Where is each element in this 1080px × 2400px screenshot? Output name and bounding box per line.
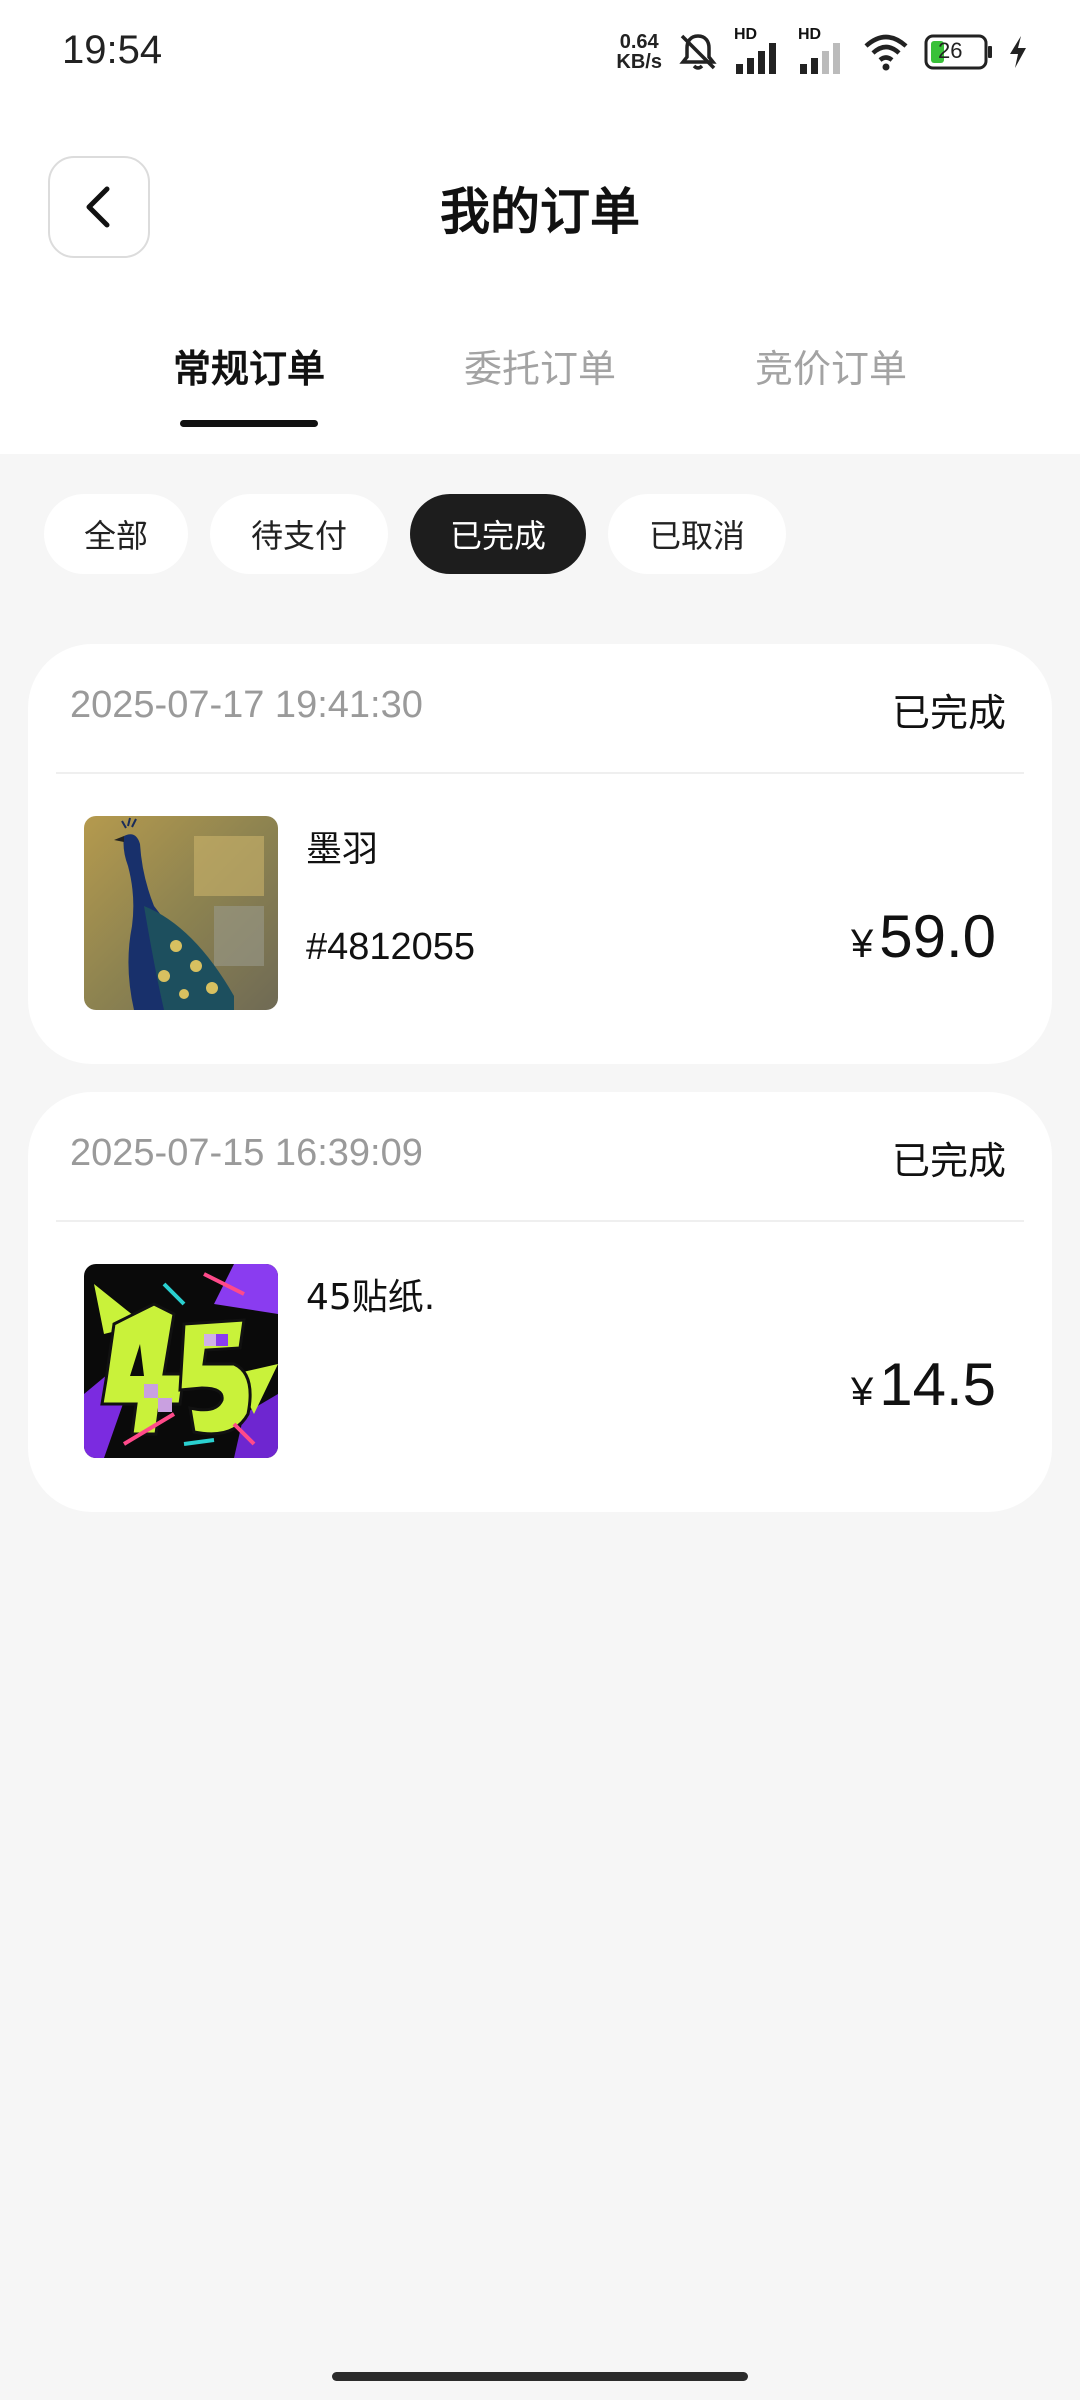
product-code: #4812055 bbox=[306, 926, 476, 968]
signal-icon: HD bbox=[734, 26, 784, 74]
card-divider bbox=[56, 772, 1024, 774]
tab-commission-orders[interactable]: 委托订单 bbox=[425, 338, 655, 393]
order-price: ¥ 14.5 bbox=[851, 1350, 996, 1419]
network-speed-value: 0.64 bbox=[619, 31, 659, 53]
header: 我的订单 常规订单 委托订单 竞价订单 bbox=[0, 100, 1080, 454]
status-bar: 19:54 0.64 KB/s HD HD 26 bbox=[0, 0, 1080, 100]
order-card[interactable]: 2025-07-17 19:41:30 已完成 墨羽 #4812055 ¥ 59… bbox=[28, 644, 1052, 1064]
product-thumbnail[interactable] bbox=[84, 1264, 278, 1458]
order-card[interactable]: 2025-07-15 16:39:09 已完成 45贴纸. ¥ 14.5 bbox=[28, 1092, 1052, 1512]
status-time: 19:54 bbox=[62, 28, 163, 72]
network-speed: 0.64 KB/s bbox=[616, 32, 662, 72]
filter-cancelled[interactable]: 已取消 bbox=[608, 494, 786, 574]
filter-all[interactable]: 全部 bbox=[44, 494, 188, 574]
page-title: 我的订单 bbox=[440, 183, 640, 241]
order-datetime: 2025-07-17 19:41:30 bbox=[70, 684, 423, 726]
status-filter-chips: 全部 待支付 已完成 已取消 bbox=[0, 494, 1080, 574]
order-datetime: 2025-07-15 16:39:09 bbox=[70, 1132, 423, 1174]
card-divider bbox=[56, 1220, 1024, 1222]
filter-pending-payment[interactable]: 待支付 bbox=[210, 494, 388, 574]
peacock-artwork-image bbox=[84, 816, 278, 1010]
order-type-tabs: 常规订单 委托订单 竞价订单 bbox=[0, 338, 1080, 438]
signal-icon: HD bbox=[798, 26, 848, 74]
mute-icon bbox=[679, 34, 717, 70]
order-status: 已完成 bbox=[891, 691, 1006, 735]
order-price: ¥ 59.0 bbox=[851, 902, 996, 971]
charging-icon bbox=[1010, 36, 1026, 68]
battery-level: 26 bbox=[938, 38, 963, 63]
product-thumbnail[interactable] bbox=[84, 816, 278, 1010]
45-sticker-artwork-image bbox=[84, 1264, 278, 1458]
active-tab-indicator bbox=[180, 420, 318, 427]
status-icons: 0.64 KB/s HD HD 26 bbox=[616, 26, 1028, 74]
product-name: 墨羽 bbox=[306, 829, 379, 870]
currency-symbol: ¥ bbox=[850, 1370, 874, 1414]
filter-completed[interactable]: 已完成 bbox=[410, 494, 586, 574]
tab-regular-orders[interactable]: 常规订单 bbox=[134, 338, 364, 393]
product-name: 45贴纸. bbox=[306, 1277, 436, 1318]
price-value: 14.5 bbox=[879, 1351, 996, 1418]
network-speed-unit: KB/s bbox=[616, 51, 662, 73]
tab-bidding-orders[interactable]: 竞价订单 bbox=[716, 338, 946, 393]
currency-symbol: ¥ bbox=[850, 922, 874, 966]
price-value: 59.0 bbox=[879, 903, 996, 970]
battery-icon: 26 bbox=[924, 32, 994, 72]
order-status: 已完成 bbox=[891, 1139, 1006, 1183]
wifi-icon bbox=[864, 34, 908, 71]
home-indicator[interactable] bbox=[332, 2372, 748, 2381]
